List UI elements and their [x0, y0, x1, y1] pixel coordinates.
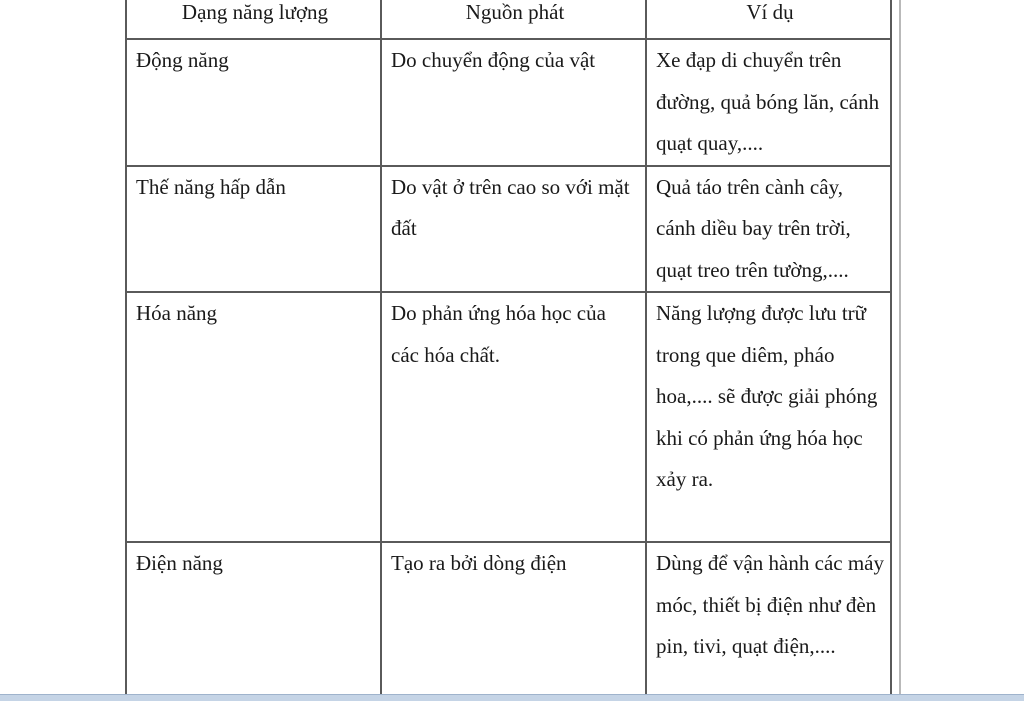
cell-example: Xe đạp di chuyển trên đường, quả bóng lă…: [645, 38, 892, 167]
cell-example: Quả táo trên cành cây, cánh diều bay trê…: [645, 164, 892, 293]
page-margin-line: [899, 0, 901, 701]
cell-energy-form: Động năng: [125, 38, 382, 167]
cell-example: Dùng để vận hành các máy móc, thiết bị đ…: [645, 541, 892, 701]
table-row: Điện năng Tạo ra bởi dòng điện Dùng để v…: [125, 541, 892, 701]
cell-example: Năng lượng được lưu trữ trong que diêm, …: [645, 291, 892, 543]
header-source: Nguồn phát: [380, 0, 647, 40]
cell-source: Do vật ở trên cao so với mặt đất: [380, 164, 647, 293]
document-page: Dạng năng lượng Nguồn phát Ví dụ Động nă…: [0, 0, 1024, 701]
header-example: Ví dụ: [645, 0, 892, 40]
energy-table: Dạng năng lượng Nguồn phát Ví dụ Động nă…: [125, 0, 892, 701]
header-energy-form: Dạng năng lượng: [125, 0, 382, 40]
table-header-row: Dạng năng lượng Nguồn phát Ví dụ: [125, 0, 892, 40]
cell-energy-form: Hóa năng: [125, 291, 382, 543]
cell-energy-form: Thế năng hấp dẫn: [125, 164, 382, 293]
cell-source: Do phản ứng hóa học của các hóa chất.: [380, 291, 647, 543]
table-row: Hóa năng Do phản ứng hóa học của các hóa…: [125, 291, 892, 543]
window-bottom-edge: [0, 694, 1024, 701]
table-row: Động năng Do chuyển động của vật Xe đạp …: [125, 38, 892, 167]
cell-source: Do chuyển động của vật: [380, 38, 647, 167]
cell-source: Tạo ra bởi dòng điện: [380, 541, 647, 701]
cell-energy-form: Điện năng: [125, 541, 382, 701]
table-row: Thế năng hấp dẫn Do vật ở trên cao so vớ…: [125, 164, 892, 293]
